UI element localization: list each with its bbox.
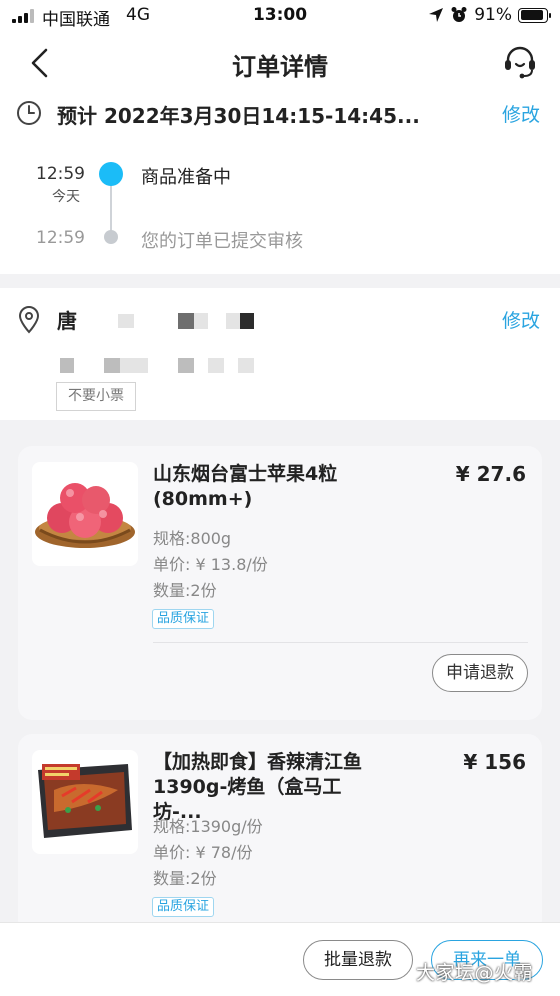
product-card: 山东烟台富士苹果4粒(80mm+) ¥ 27.6 规格:800g 单价: ¥ 1… [18,446,542,720]
nav-bar: 订单详情 [0,32,560,94]
battery-level [520,10,544,20]
redacted-block [104,358,120,373]
timeline-day: 今天 [52,189,80,205]
recipient-name: 唐 [57,309,77,333]
redacted-block [226,313,240,329]
redacted-block [194,313,208,329]
timeline-status: 商品准备中 [141,167,231,188]
product-name: 山东烟台富士苹果4粒(80mm+) [153,463,338,510]
section-divider [0,274,560,288]
card-separator [153,642,528,643]
battery-percent: 91% [474,5,512,25]
product-price: ¥ 27.6 [455,462,526,486]
product-quantity: 数量:2份 [153,581,217,600]
redacted-block [238,358,254,373]
redacted-block [118,314,134,328]
forum-watermark: 大家坛@火霸 [416,962,534,984]
timeline-dot-active [99,162,123,186]
timeline-dot [104,230,118,244]
order-detail-page: 中国联通 4G 13:00 91% 订单详情 预计 2022年3月30日14:1… [0,0,560,996]
product-image-fish [32,750,138,854]
timeline-status: 您的订单已提交审核 [141,231,303,252]
redacted-block [120,358,148,373]
customer-service-headset-icon[interactable] [502,44,538,80]
product-quantity: 数量:2份 [153,869,217,888]
edit-delivery-time-link[interactable]: 修改 [502,100,540,127]
product-unit-price: 单价: ¥ 13.8/份 [153,555,268,574]
timeline-time: 12:59 [36,164,85,184]
product-spec: 规格:800g [153,529,232,548]
redacted-block [178,313,194,329]
page-title: 订单详情 [232,53,328,81]
product-list: 山东烟台富士苹果4粒(80mm+) ¥ 27.6 规格:800g 单价: ¥ 1… [0,420,560,934]
quality-guarantee-badge: 品质保证 [152,609,215,629]
edit-address-link[interactable]: 修改 [502,306,540,333]
product-unit-price: 单价: ¥ 78/份 [153,843,253,862]
no-receipt-tag: 不要小票 [56,382,136,411]
product-card: 【加热即食】香辣清江鱼1390g-烤鱼（盒马工坊-... ¥ 156 规格:13… [18,734,542,934]
product-spec: 规格:1390g/份 [153,817,263,836]
redacted-block [178,358,194,373]
request-refund-button[interactable]: 申请退款 [432,654,528,692]
batch-refund-button[interactable]: 批量退款 [303,940,413,980]
battery-icon [518,7,551,23]
location-pin-icon [18,306,40,334]
grilled-fish-tray-image [38,764,132,838]
redacted-block [208,358,224,373]
redacted-block [240,313,254,329]
clock-icon [17,101,41,125]
alarm-icon [451,7,467,22]
quality-guarantee-badge: 品质保证 [152,897,215,917]
redacted-block [60,358,74,373]
location-arrow-icon [429,8,444,22]
order-timeline: 12:59 今天 商品准备中 12:59 您的订单已提交审核 [0,150,560,260]
timeline-time: 12:59 [36,228,85,248]
bottom-action-bar: 批量退款 再来一单 大家坛@火霸 [0,922,560,996]
product-image-apples [32,462,138,566]
delivery-eta-text: 预计 2022年3月30日14:15-14:45... [57,104,420,128]
apple-basket-image [35,483,135,548]
delivery-eta-row: 预计 2022年3月30日14:15-14:45... 修改 [0,94,560,134]
delivery-address: 唐 修改 不要小票 [0,288,560,420]
status-right-group: 91% [428,5,551,25]
product-price: ¥ 156 [463,750,526,774]
status-bar: 中国联通 4G 13:00 91% [0,0,560,32]
